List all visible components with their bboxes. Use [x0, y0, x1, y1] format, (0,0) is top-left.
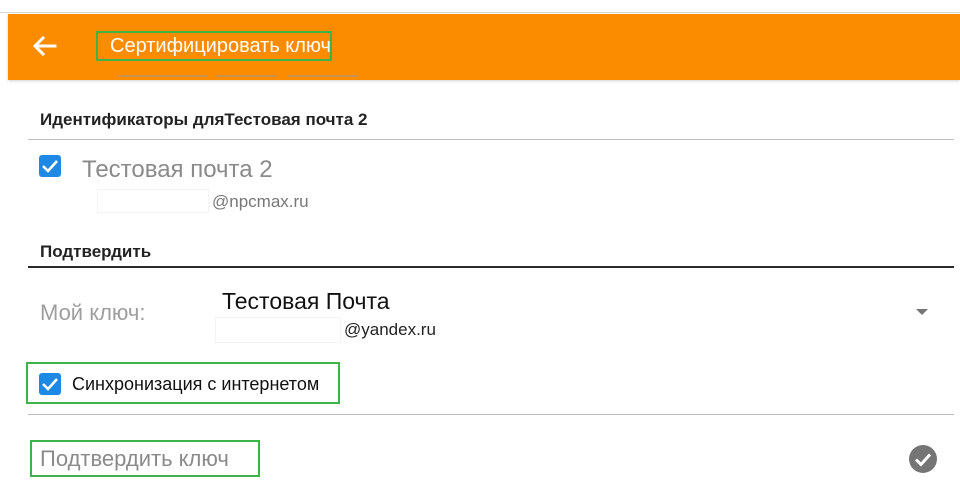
confirm-header: Подтвердить — [40, 242, 152, 261]
sync-label[interactable]: Синхронизация с интернетом — [72, 374, 319, 395]
checkmark-icon — [42, 160, 58, 173]
my-key-label: Мой ключ: — [40, 300, 146, 325]
checkmark-icon — [42, 378, 58, 391]
redacted-email-user — [98, 190, 208, 212]
identity-name: Тестовая почта 2 — [82, 156, 273, 183]
window-top-edge — [0, 12, 960, 13]
arrow-back-icon — [32, 35, 57, 57]
check-circle-icon[interactable] — [908, 444, 938, 474]
identities-header: Идентификаторы дляТестовая почта 2 — [40, 110, 368, 129]
selected-key-email-domain: @yandex.ru — [344, 320, 436, 339]
page-title: Сертифицировать ключ — [110, 35, 331, 57]
confirm-key-button[interactable]: Подтвердить ключ — [40, 446, 229, 472]
app-bar: Сертифицировать ключ — [8, 14, 960, 80]
identities-divider — [28, 139, 954, 140]
identity-email-domain: @npcmax.ru — [212, 192, 309, 211]
redacted-key-email-user — [216, 318, 340, 342]
dropdown-arrow-icon[interactable] — [916, 309, 928, 315]
confirm-divider — [28, 266, 954, 268]
identity-checkbox[interactable] — [39, 155, 61, 177]
selected-key-name[interactable]: Тестовая Почта — [222, 288, 390, 315]
sync-checkbox[interactable] — [39, 373, 61, 395]
action-divider — [28, 414, 954, 415]
back-button[interactable] — [26, 28, 62, 64]
